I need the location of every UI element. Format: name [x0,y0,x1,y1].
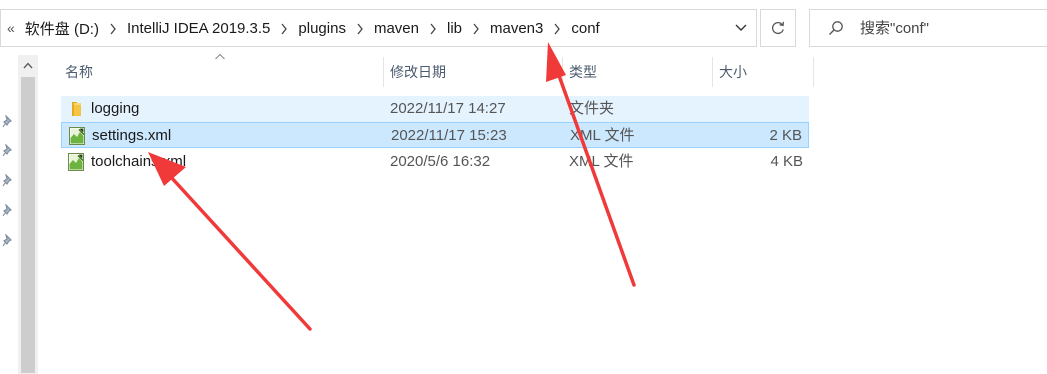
search-input[interactable] [860,18,1040,38]
breadcrumb-intellij[interactable]: IntelliJ IDEA 2019.3.5 [125,20,272,37]
chevron-right-icon[interactable] [348,20,372,37]
address-bar[interactable]: « 软件盘 (D:) IntelliJ IDEA 2019.3.5 plugin… [0,9,757,47]
file-type: 文件夹 [569,100,615,117]
breadcrumb-maven3[interactable]: maven3 [488,20,545,37]
chevron-right-icon[interactable] [464,20,488,37]
chevron-down-icon [735,24,747,31]
pin-icon[interactable] [2,204,14,218]
file-type: XML 文件 [570,127,635,144]
file-row-logging[interactable]: logging 2022/11/17 14:27 文件夹 [61,96,809,122]
search-icon [829,21,843,35]
column-divider[interactable] [813,57,814,87]
annotation-arrow-to-settings [148,152,312,331]
file-row-toolchains-xml[interactable]: toolchains.xml 2020/5/6 16:32 XML 文件 4 K… [61,149,809,175]
file-type: XML 文件 [569,153,634,170]
file-name: toolchains.xml [91,153,187,170]
breadcrumb-maven[interactable]: maven [372,20,421,37]
xml-file-icon [69,127,85,145]
chevron-right-icon[interactable] [421,20,445,37]
file-size: 2 KB [769,127,802,144]
folder-icon [72,102,81,116]
breadcrumb-overflow-button[interactable]: « [7,20,15,36]
breadcrumb: « 软件盘 (D:) IntelliJ IDEA 2019.3.5 plugin… [7,10,602,46]
file-name: settings.xml [92,127,172,144]
column-header-size[interactable]: 大小 [713,57,813,87]
chevron-up-icon [23,61,33,68]
quick-access-pins [0,55,18,374]
breadcrumb-lib[interactable]: lib [445,20,464,37]
file-modified: 2022/11/17 15:23 [391,127,507,144]
chevron-right-icon[interactable] [272,20,296,37]
refresh-icon [772,21,785,35]
file-name: logging [91,100,140,117]
scrollbar-thumb[interactable] [21,77,35,373]
address-history-dropdown[interactable] [724,10,758,46]
breadcrumb-conf[interactable]: conf [569,20,601,37]
file-modified: 2020/5/6 16:32 [390,153,491,170]
column-header-name[interactable]: 名称 [59,57,383,87]
breadcrumb-drive[interactable]: 软件盘 (D:) [23,18,101,39]
column-header-type[interactable]: 类型 [563,57,712,87]
pin-icon[interactable] [2,234,14,248]
nav-pane-scrollbar[interactable] [18,55,38,374]
file-size: 4 KB [770,153,803,170]
xml-file-icon [68,153,84,171]
chevron-right-icon[interactable] [545,20,569,37]
pin-icon[interactable] [2,174,14,188]
chevron-right-icon[interactable] [101,20,125,37]
pin-icon[interactable] [2,144,14,158]
scroll-up-button[interactable] [18,55,38,75]
breadcrumb-plugins[interactable]: plugins [296,20,348,37]
refresh-button[interactable] [760,9,796,47]
file-modified: 2022/11/17 14:27 [390,100,506,117]
search-box[interactable] [809,9,1047,47]
column-header-modified[interactable]: 修改日期 [384,57,562,87]
pin-icon[interactable] [2,115,14,129]
file-row-settings-xml[interactable]: settings.xml 2022/11/17 15:23 XML 文件 2 K… [61,122,809,148]
